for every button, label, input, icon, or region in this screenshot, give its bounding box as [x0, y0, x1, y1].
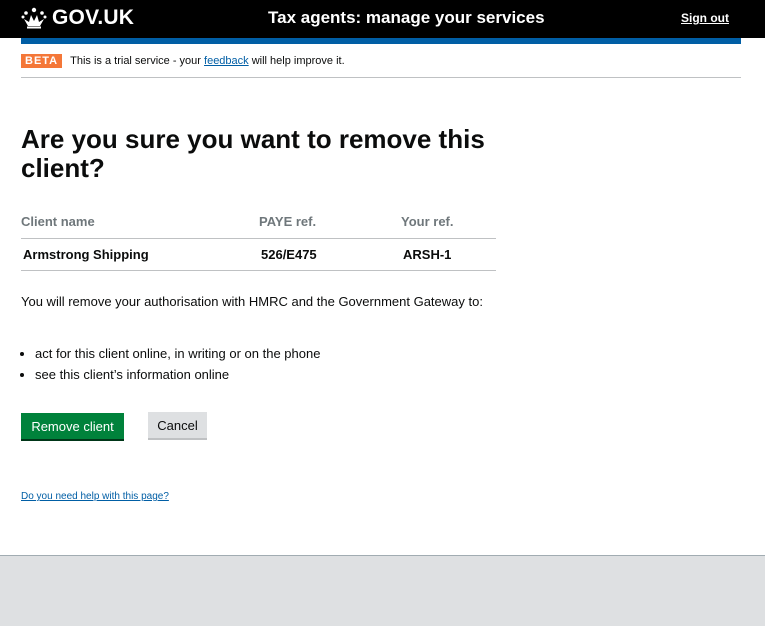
feedback-link[interactable]: feedback — [204, 55, 249, 67]
column-header-your-ref: Your ref. — [401, 208, 496, 239]
list-item: act for this client online, in writing o… — [35, 343, 320, 364]
column-header-client-name: Client name — [21, 208, 259, 239]
beta-text-before: This is a trial service - your — [70, 55, 205, 67]
client-name-cell: Armstrong Shipping — [21, 238, 259, 271]
client-table: Client name PAYE ref. Your ref. Armstron… — [21, 208, 496, 271]
beta-tag: BETA — [21, 54, 63, 68]
service-name[interactable]: Tax agents: manage your services — [268, 8, 545, 28]
intro-text: You will remove your authorisation with … — [21, 294, 483, 309]
beta-text-after: will help improve it. — [248, 55, 345, 67]
list-item: see this client’s information online — [35, 364, 320, 385]
global-header: GOV.UK Tax agents: manage your services … — [0, 0, 765, 38]
help-link[interactable]: Do you need help with this page? — [21, 491, 169, 502]
logo-text: GOV.UK — [52, 6, 135, 29]
header-blue-bar — [21, 38, 741, 44]
column-header-paye-ref: PAYE ref. — [259, 208, 401, 239]
remove-client-button[interactable]: Remove client — [21, 413, 124, 439]
paye-ref-cell: 526/E475 — [259, 238, 401, 271]
table-row: Armstrong Shipping 526/E475 ARSH-1 — [21, 238, 496, 271]
sign-out-link[interactable]: Sign out — [681, 11, 729, 25]
footer — [0, 555, 765, 626]
bullet-list: act for this client online, in writing o… — [21, 343, 320, 385]
beta-banner: BETA This is a trial service - your feed… — [21, 54, 741, 78]
govuk-logo-link[interactable]: GOV.UK — [21, 6, 134, 30]
beta-text: This is a trial service - your feedback … — [70, 55, 345, 67]
cancel-button[interactable]: Cancel — [148, 412, 207, 438]
crown-icon — [21, 7, 47, 29]
your-ref-cell: ARSH-1 — [401, 238, 496, 271]
page-title: Are you sure you want to remove this cli… — [21, 124, 485, 183]
table-header-row: Client name PAYE ref. Your ref. — [21, 208, 496, 239]
